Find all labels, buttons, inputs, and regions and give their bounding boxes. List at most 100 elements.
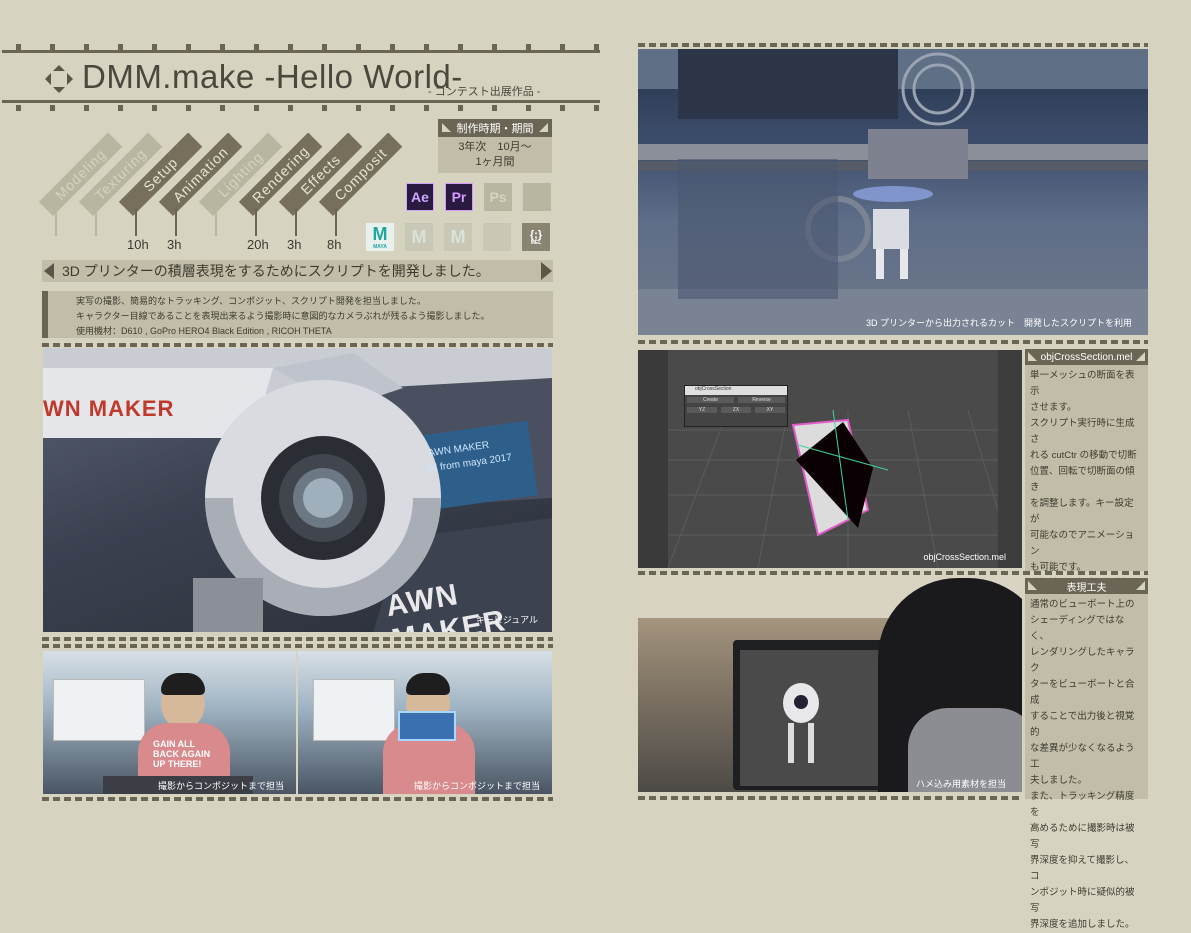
caption-key-visual: キービジュアル — [475, 615, 538, 625]
period-heading: 制作時期・期間 — [438, 119, 552, 137]
robot-leg — [808, 723, 814, 763]
corner-mark-icon — [1028, 581, 1037, 590]
skill-tick — [255, 208, 257, 236]
after-effects-icon: Ae — [406, 183, 434, 211]
arrow-left-icon — [44, 263, 54, 279]
caption-shot-right: 撮影からコンポジットまで担当 — [413, 781, 540, 791]
caption-printer: 3D プリンターから出力されるカット 開発したスクリプトを利用 — [865, 318, 1132, 328]
script-window: objCrossSection Create Reverse YZ ZX XY — [684, 385, 788, 427]
side-text-line: また、トラッキング精度を — [1030, 791, 1135, 818]
skill-tick — [215, 208, 217, 236]
divider — [42, 797, 553, 801]
maya-side-panel — [998, 350, 1022, 568]
skill-hours: 3h — [167, 237, 182, 252]
side-text-line: させます。 — [1030, 402, 1077, 413]
yz-button[interactable]: YZ — [687, 407, 717, 413]
logo-icon — [45, 65, 73, 93]
skill-tick — [55, 208, 57, 236]
shot-right-image: 撮影からコンポジットまで担当 — [298, 651, 552, 794]
maya-icon: M MAYA — [366, 223, 394, 251]
create-button[interactable]: Create — [687, 397, 734, 403]
matte-image: ハメ込み用素材を担当 — [638, 578, 1022, 792]
printer-illustration — [638, 49, 1148, 335]
description-line: キャラクター目線であることを表現出来るよう撮影時に意図的なカメラぶれが残るよう撮… — [76, 311, 490, 321]
side-heading-label: 表現工夫 — [1066, 582, 1107, 594]
skill-hours: 20h — [247, 237, 269, 252]
side-body-technique: 通常のビューポート上のシェーディングではなく、 レンダリングしたキャラク ターをビュ… — [1025, 594, 1148, 930]
side-heading-script: objCrossSection.mel — [1025, 349, 1148, 365]
python-icon — [483, 223, 511, 251]
skill-hours: 10h — [127, 237, 149, 252]
divider — [638, 43, 1148, 47]
app-sublabel: MAYA — [373, 244, 387, 250]
divider — [638, 340, 1148, 344]
nuke-icon — [523, 183, 551, 211]
page-title: DMM.make -Hello World- — [82, 58, 463, 95]
description-box: 実写の撮影、簡易的なトラッキング、コンポジット、スクリプト開発を担当しました。 … — [42, 291, 553, 338]
side-text-line: を調整します。キー設定が — [1030, 498, 1134, 525]
skill-tick — [335, 208, 337, 236]
person-hair — [406, 673, 450, 695]
robot-eye — [794, 695, 808, 709]
divider — [42, 637, 553, 641]
period-line: 1ヶ月間 — [475, 156, 515, 168]
corner-mark-icon — [442, 123, 451, 132]
side-text-line: レンダリングしたキャラク — [1030, 647, 1135, 674]
person-hair — [161, 673, 205, 695]
side-text-line: 通常のビューポート上の — [1030, 599, 1135, 610]
maya-toolbar — [638, 350, 668, 568]
side-heading-label: objCrossSection.mel — [1040, 351, 1133, 363]
skill-tick — [175, 208, 177, 236]
shirt-text: GAIN ALL BACK AGAIN UP THERE! — [153, 739, 211, 769]
zx-button[interactable]: ZX — [721, 407, 751, 413]
key-visual-image: WN MAKER AWN MAKER rld from maya 2017 AW… — [43, 348, 552, 632]
header-rule-top — [2, 50, 600, 53]
xy-button[interactable]: XY — [755, 407, 785, 413]
side-text-line: ターをビューポートと合成 — [1030, 679, 1135, 706]
page-subtitle: - コンテスト出展作品 - — [428, 86, 541, 98]
mudbox-icon: M — [405, 223, 433, 251]
shot-left-image: GAIN ALL BACK AGAIN UP THERE! 撮影からコンポジット… — [43, 651, 296, 794]
side-text-line: 位置、回転で切断面の傾き — [1030, 466, 1135, 493]
divider — [638, 571, 1148, 575]
corner-mark-icon — [1136, 581, 1145, 590]
side-text-line: 夫しました。 — [1030, 775, 1088, 786]
reverse-button[interactable]: Reverse — [738, 397, 785, 403]
side-text-line: 可能なのでアニメーション — [1030, 530, 1135, 557]
decor-triangle-row — [2, 105, 600, 111]
mel-icon: {;} MEL — [522, 223, 550, 251]
motionbuilder-icon: M — [444, 223, 472, 251]
period-line: 3年次 10月〜 — [458, 141, 532, 153]
whiteboard — [53, 679, 145, 741]
headline-banner: 3D プリンターの積層表現をするためにスクリプトを開発しました。 — [42, 260, 553, 282]
side-text-line: 界深度を抑えて撮影し、コ — [1030, 855, 1135, 882]
side-text-line: な差異が少なくなるよう工 — [1030, 743, 1135, 770]
whiteboard — [313, 679, 395, 741]
maker-sign-top: WN MAKER — [43, 396, 175, 421]
divider — [638, 796, 1023, 800]
period-body: 3年次 10月〜 1ヶ月間 — [438, 137, 552, 173]
caption-script: objCrossSection.mel — [923, 552, 1006, 562]
side-heading-technique: 表現工夫 — [1025, 578, 1148, 594]
skill-tick — [295, 208, 297, 236]
divider — [42, 343, 553, 347]
headline-text: 3D プリンターの積層表現をするためにスクリプトを開発しました。 — [62, 263, 490, 279]
description-accent-bar — [42, 291, 48, 338]
description-line: 実写の撮影、簡易的なトラッキング、コンポジット、スクリプト開発を担当しました。 — [76, 296, 426, 306]
side-text-line: 界深度を追加しました。 — [1030, 919, 1135, 930]
hologram-panel — [398, 711, 456, 741]
skill-hours: 3h — [287, 237, 302, 252]
script-window-title: objCrossSection — [685, 386, 787, 395]
app-sublabel: MEL — [530, 239, 542, 246]
skill-tick — [95, 208, 97, 236]
caption-matte: ハメ込み用素材を担当 — [915, 779, 1006, 789]
side-text-line: スクリプト実行時に生成さ — [1030, 418, 1135, 445]
photoshop-icon: Ps — [484, 183, 512, 211]
side-text-line: れる cutCtr の移動で切断 — [1030, 450, 1137, 461]
side-text-line: 高めるために撮影時は被写 — [1030, 823, 1135, 850]
period-heading-label: 制作時期・期間 — [456, 123, 534, 135]
side-text-line: シェーディングではなく、 — [1030, 615, 1125, 642]
corner-mark-icon — [1028, 352, 1037, 361]
skill-tick — [135, 208, 137, 236]
caption-shot-left: 撮影からコンポジットまで担当 — [157, 781, 284, 791]
